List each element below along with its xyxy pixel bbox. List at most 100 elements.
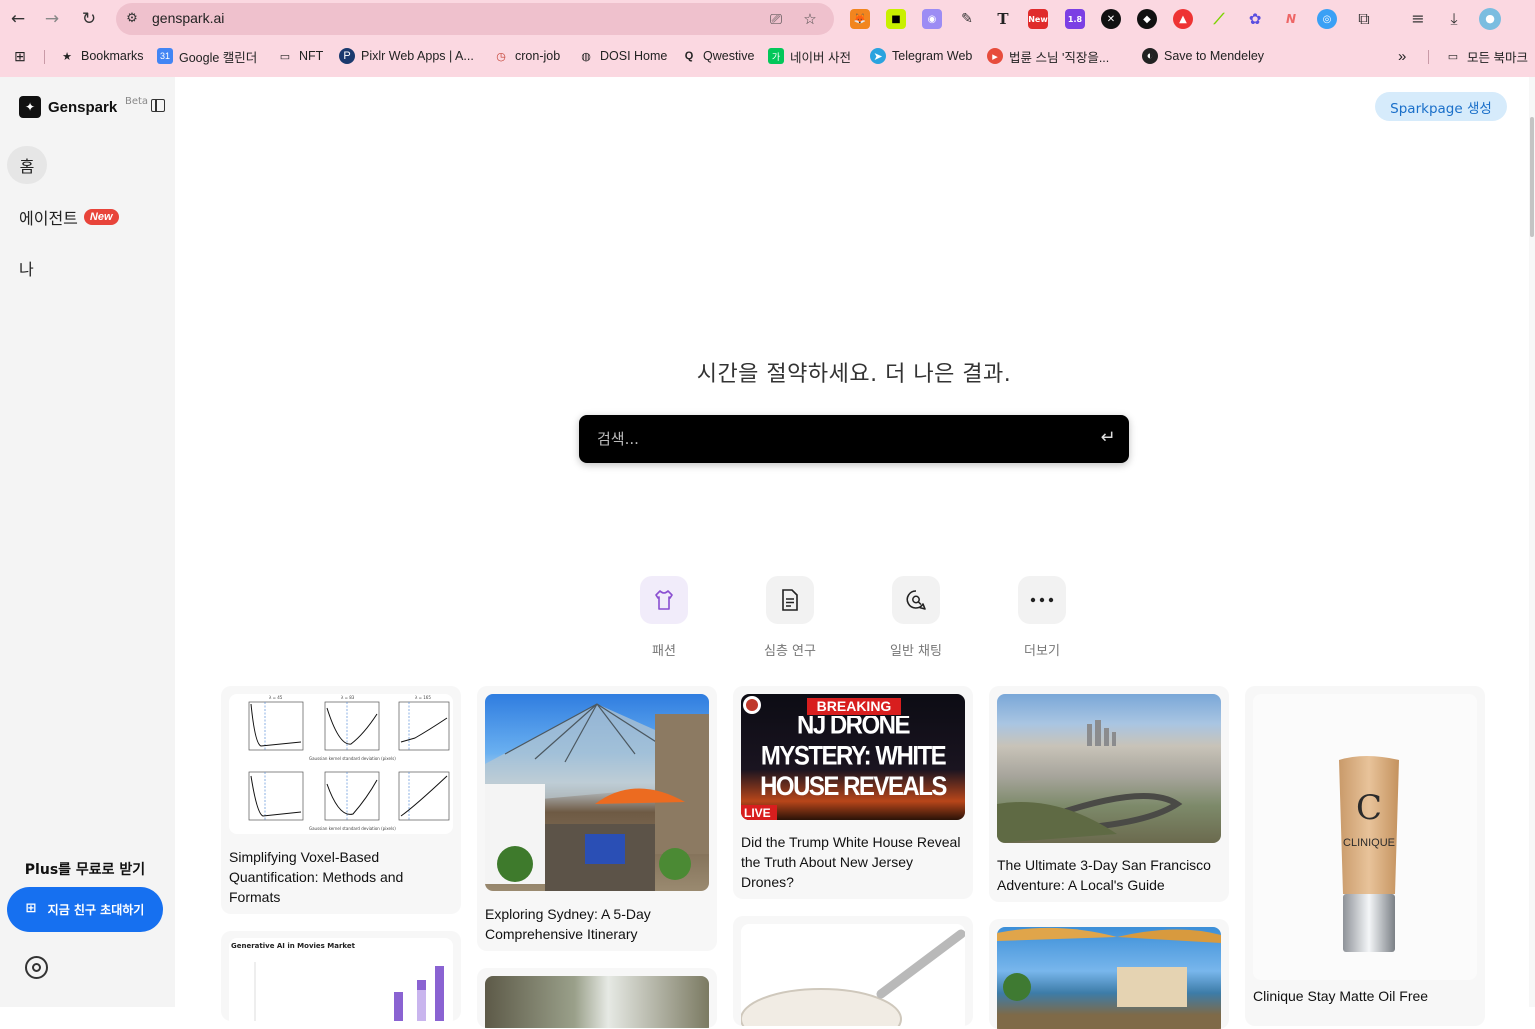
- invite-friends-button[interactable]: ⊞ 지금 친구 초대하기: [7, 887, 163, 932]
- lock-extension-icon[interactable]: ▲: [1173, 9, 1193, 29]
- create-sparkpage-button[interactable]: Sparkpage 생성: [1375, 92, 1507, 121]
- quick-action-deep-research[interactable]: 심층 연구: [740, 576, 840, 659]
- x-extension-icon[interactable]: ✕: [1101, 9, 1121, 29]
- site-info-icon[interactable]: ⚙: [124, 11, 140, 27]
- bookmark-item[interactable]: 가 네이버 사전: [768, 46, 851, 66]
- all-bookmarks-folder[interactable]: ▭ 모든 북마크: [1445, 46, 1528, 66]
- metamask-extension-icon[interactable]: 🦊: [850, 9, 870, 29]
- beta-label: Beta: [125, 96, 149, 107]
- download-icon[interactable]: ⤓: [1443, 8, 1465, 30]
- document-icon: [766, 576, 814, 624]
- media-queue-icon[interactable]: ≡: [1407, 8, 1429, 30]
- card-resort[interactable]: [989, 919, 1229, 1029]
- card-thumbnail-plots: λ = 45 λ = 83 λ = 165 Gaussian kernel stan…: [229, 694, 453, 834]
- enter-icon[interactable]: ↵: [1098, 428, 1118, 448]
- new-extension-icon[interactable]: New: [1028, 9, 1048, 29]
- svg-text:Gaussian kernel standard devia: Gaussian kernel standard deviation (pixe…: [309, 756, 396, 761]
- bookmark-item[interactable]: 31 Google 캘린더: [157, 46, 257, 66]
- card-san-francisco-guide[interactable]: The Ultimate 3-Day San Francisco Adventu…: [989, 686, 1229, 902]
- qwestive-icon: Q: [684, 50, 694, 62]
- profile-avatar-icon[interactable]: ●: [1479, 8, 1501, 30]
- gift-icon: ⊞: [25, 901, 37, 916]
- svg-text:C: C: [1356, 788, 1382, 828]
- bookmark-item[interactable]: ▸ 법륜 스님 '직장을...: [987, 46, 1109, 66]
- card-generative-ai-market[interactable]: Generative AI in Movies Market: [221, 931, 461, 1021]
- bookmark-item[interactable]: ➤ Telegram Web: [870, 46, 972, 66]
- clinique-brand-label: CLINIQUE: [1343, 837, 1395, 849]
- bookmark-item[interactable]: ◷ cron-job: [493, 46, 560, 66]
- browser-toolbar: ← → ↻ ⚙ genspark.ai ⎚ ☆ 🦊 ■ ◉ ✎ T New 1.…: [0, 0, 1535, 38]
- dosi-icon: ◍: [581, 50, 591, 63]
- breaking-label: BREAKING: [817, 698, 892, 714]
- card-thumbnail-city-photo: [997, 694, 1221, 843]
- forward-icon[interactable]: →: [40, 7, 64, 31]
- shirt-icon: [640, 576, 688, 624]
- extension-icon[interactable]: ◎: [1317, 9, 1337, 29]
- quick-action-more[interactable]: 더보기: [992, 576, 1092, 659]
- naver-icon: 가: [768, 48, 784, 64]
- card-waterfall[interactable]: [477, 968, 717, 1028]
- more-icon: [1018, 576, 1066, 624]
- sidebar-item-home[interactable]: 홈: [7, 146, 47, 184]
- bookmark-item[interactable]: P Pixlr Web Apps | A...: [339, 46, 474, 66]
- card-thumbnail-bar-chart: Generative AI in Movies Market: [229, 938, 453, 1021]
- folder-icon: ▭: [1447, 50, 1459, 63]
- card-thumbnail-market-photo: [485, 694, 709, 891]
- search-box[interactable]: [579, 415, 1129, 463]
- sidebar-item-agents[interactable]: 에이전트 New: [19, 198, 119, 236]
- extension-icon[interactable]: ✿: [1245, 9, 1265, 29]
- search-input[interactable]: [597, 427, 1077, 451]
- bookmark-item[interactable]: ★ Bookmarks: [59, 46, 143, 66]
- install-app-icon[interactable]: ⎚: [766, 9, 786, 29]
- card-clinique-product[interactable]: C CLINIQUE Clinique Stay Matte Oil Free: [1245, 686, 1485, 1026]
- extension-icon[interactable]: ⟋: [1209, 9, 1229, 29]
- card-thumbnail-product-photo: C CLINIQUE: [1253, 694, 1477, 980]
- card-title: Clinique Stay Matte Oil Free: [1253, 988, 1429, 1004]
- quick-action-general-chat[interactable]: 일반 채팅: [866, 576, 966, 659]
- star-icon: ★: [62, 50, 72, 63]
- card-title: The Ultimate 3-Day San Francisco Adventu…: [997, 857, 1211, 893]
- extension-icon[interactable]: N: [1281, 9, 1301, 29]
- browser-chrome: ← → ↻ ⚙ genspark.ai ⎚ ☆ 🦊 ■ ◉ ✎ T New 1.…: [0, 0, 1535, 77]
- svg-text:λ = 83: λ = 83: [341, 695, 355, 700]
- card-frying-pan[interactable]: [733, 916, 973, 1026]
- extension-icon[interactable]: ◉: [922, 9, 942, 29]
- scrollbar-thumb[interactable]: [1530, 117, 1534, 237]
- address-bar[interactable]: ⚙ genspark.ai ⎚ ☆: [116, 3, 834, 35]
- sidebar: ✦ Genspark Beta 홈 에이전트 New 나 Plus를 무료로 받…: [0, 77, 175, 1007]
- plus-promo-title: Plus를 무료로 받기: [24, 862, 146, 878]
- page-scrollbar[interactable]: [1529, 77, 1535, 1007]
- svg-text:Gaussian kernel standard devia: Gaussian kernel standard deviation (pixe…: [309, 826, 396, 831]
- bookmark-folder[interactable]: ▭ NFT: [277, 46, 324, 66]
- card-voxel-quantification[interactable]: λ = 45 λ = 83 λ = 165 Gaussian kernel stan…: [221, 686, 461, 914]
- settings-icon[interactable]: [25, 956, 48, 979]
- extension-icon[interactable]: ✎: [957, 9, 977, 29]
- extensions-puzzle-icon[interactable]: ⧉: [1353, 8, 1375, 30]
- pixlr-icon: P: [339, 48, 355, 64]
- card-thumbnail-pan-photo: [741, 924, 965, 1026]
- star-icon[interactable]: ☆: [800, 9, 820, 29]
- svg-text:λ = 165: λ = 165: [415, 695, 431, 700]
- chat-search-icon: [892, 576, 940, 624]
- bookmark-item[interactable]: Q Qwestive: [681, 46, 755, 66]
- more-bookmarks-icon[interactable]: »: [1398, 46, 1406, 66]
- telegram-icon: ➤: [870, 48, 886, 64]
- quick-action-fashion[interactable]: 패션: [614, 576, 714, 659]
- card-title: Exploring Sydney: A 5-Day Comprehensive …: [485, 906, 651, 942]
- apps-grid-icon[interactable]: ⊞: [12, 46, 28, 66]
- extension-icon[interactable]: ◆: [1137, 9, 1157, 29]
- sidebar-collapse-icon[interactable]: [151, 99, 165, 112]
- bookmark-item[interactable]: ◍ DOSI Home: [578, 46, 667, 66]
- genspark-logo[interactable]: ✦ Genspark: [19, 96, 117, 118]
- url-text[interactable]: genspark.ai: [152, 10, 224, 26]
- card-nj-drone[interactable]: BREAKING NJ DRONE MYSTERY: WHITE HOUSE R…: [733, 686, 973, 899]
- extension-icon[interactable]: ■: [886, 9, 906, 29]
- version-extension-icon[interactable]: 1.8: [1065, 9, 1085, 29]
- reload-icon[interactable]: ↻: [77, 7, 101, 31]
- back-icon[interactable]: ←: [6, 7, 30, 31]
- extension-icon[interactable]: T: [993, 9, 1013, 29]
- sidebar-item-me[interactable]: 나: [19, 249, 34, 287]
- bookmark-item[interactable]: ◐ Save to Mendeley: [1142, 46, 1264, 66]
- card-thumbnail-breaking-news: BREAKING NJ DRONE MYSTERY: WHITE HOUSE R…: [741, 694, 965, 820]
- card-sydney-itinerary[interactable]: Exploring Sydney: A 5-Day Comprehensive …: [477, 686, 717, 951]
